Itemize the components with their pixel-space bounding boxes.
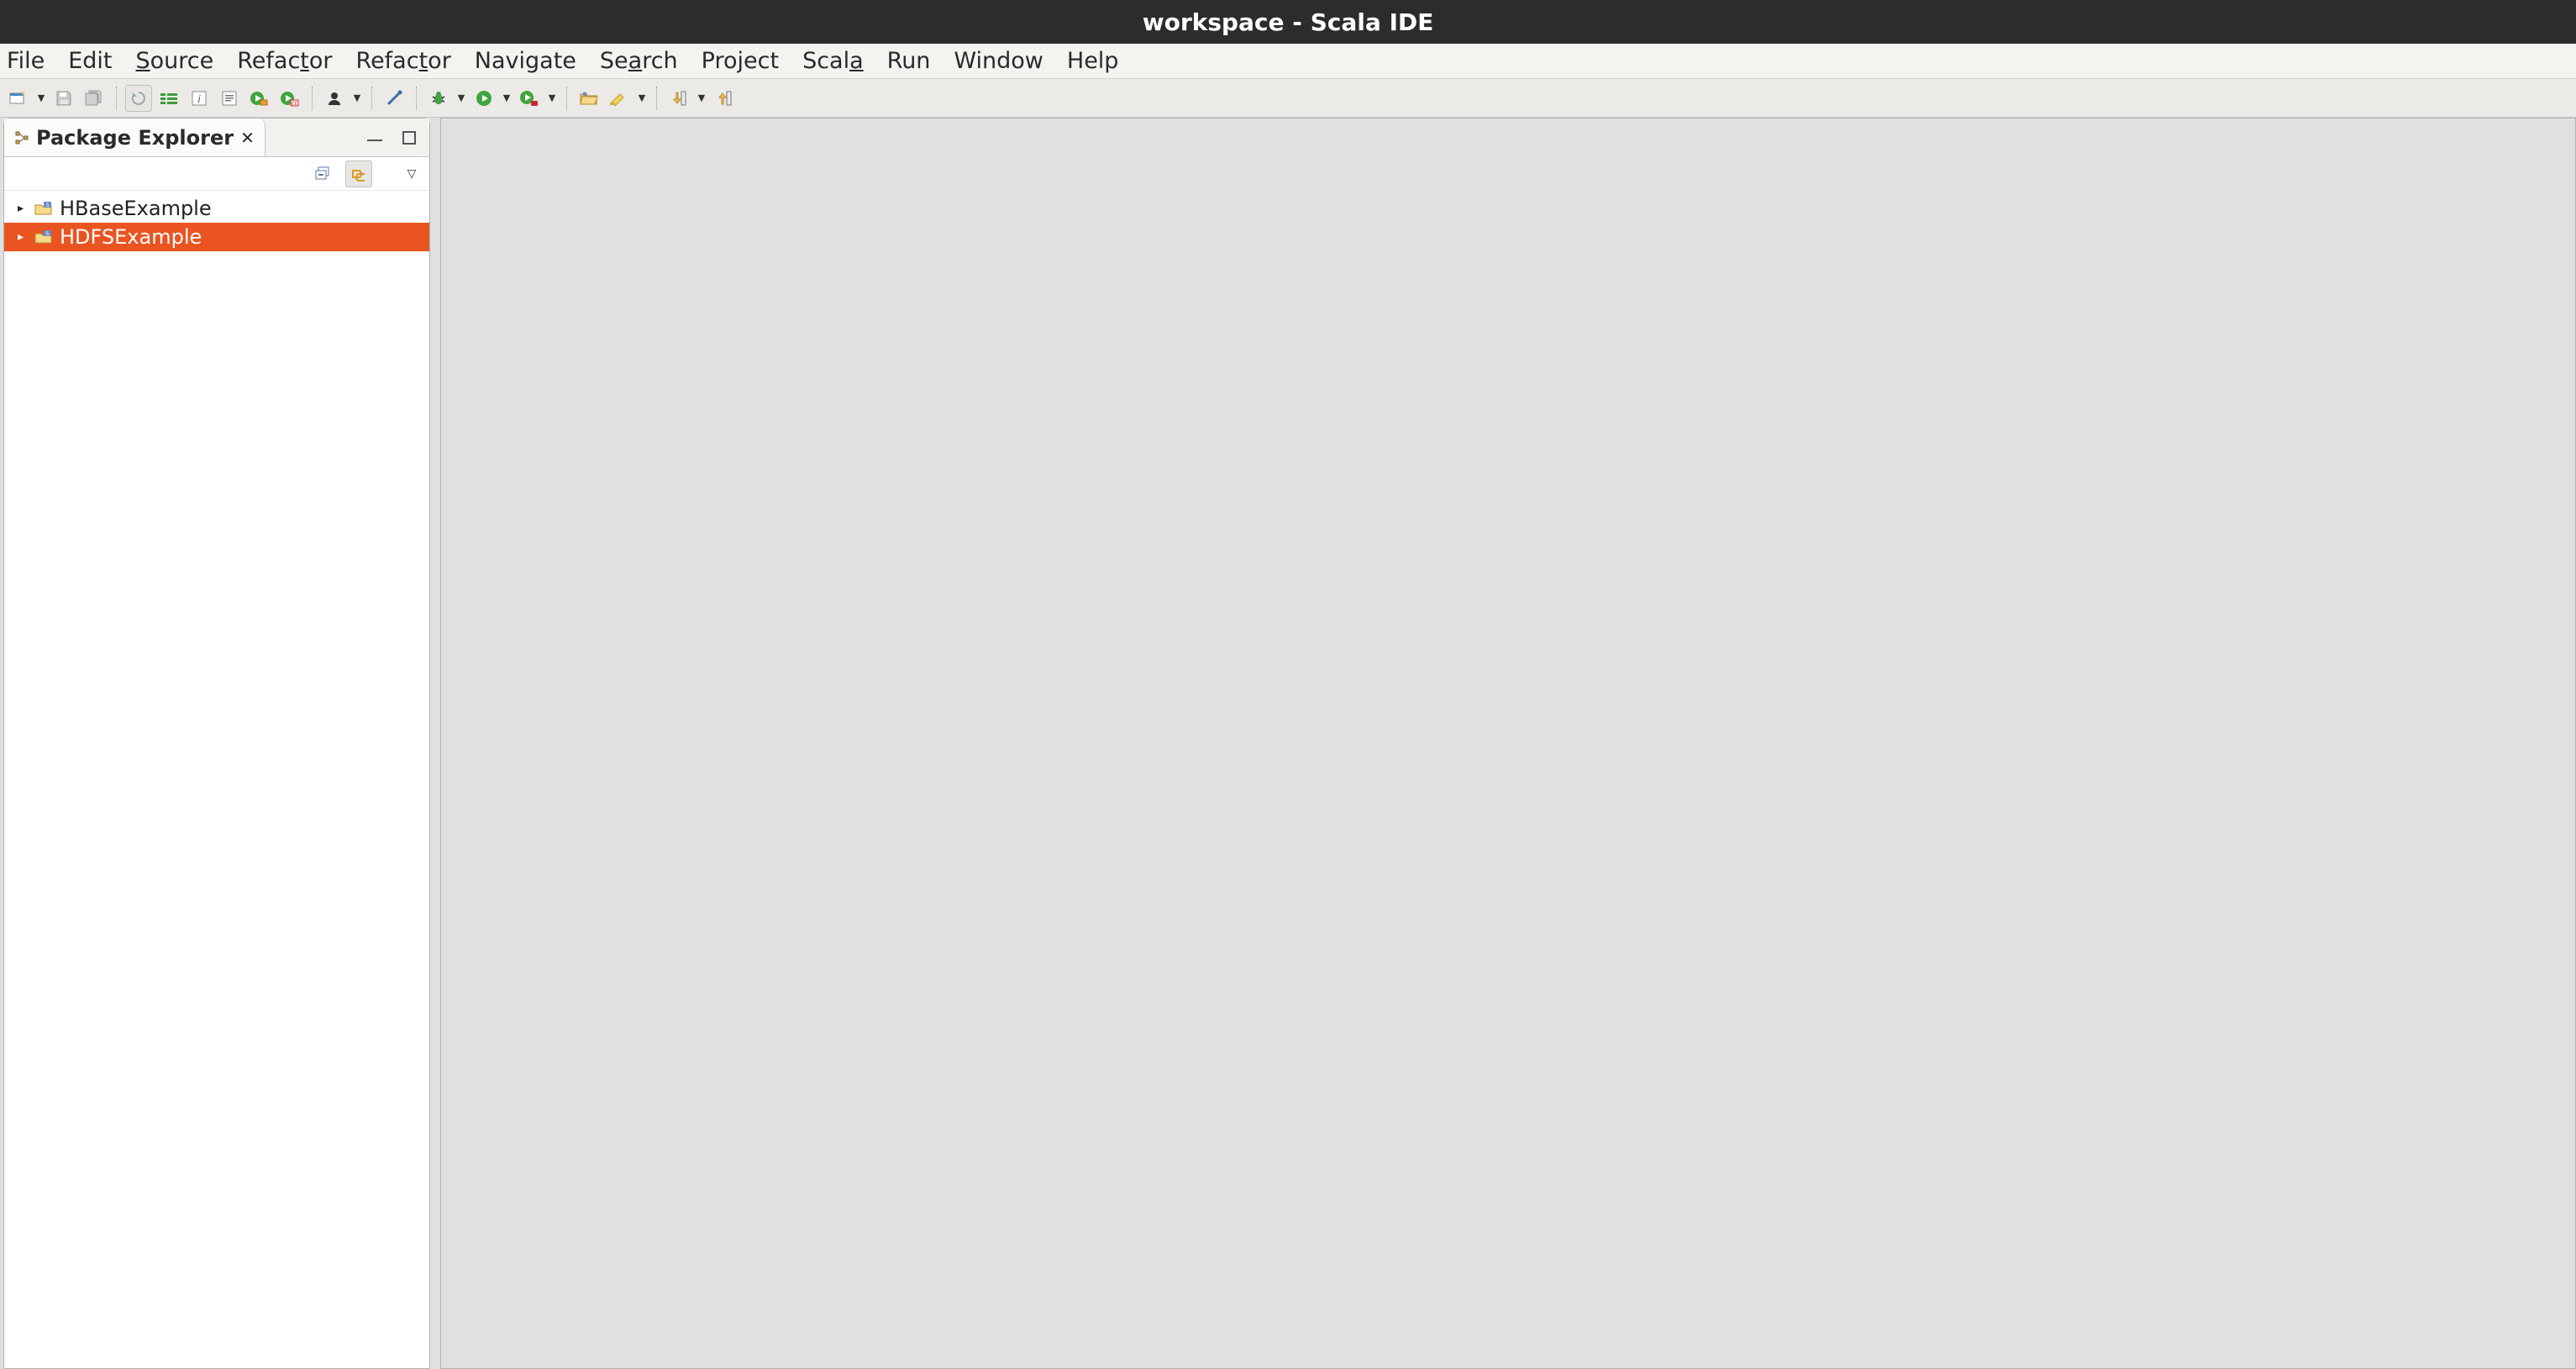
svg-text:S: S — [46, 231, 50, 237]
user-icon — [326, 90, 343, 107]
run-external-button[interactable] — [516, 85, 543, 112]
prev-annotation-button[interactable] — [711, 85, 738, 112]
run-last-button[interactable] — [246, 85, 273, 112]
refresh-icon — [130, 90, 147, 107]
new-dropdown-icon[interactable]: ▼ — [35, 92, 47, 103]
expand-arrow-icon[interactable]: ▸ — [18, 230, 28, 244]
text-icon — [221, 90, 238, 107]
expand-arrow-icon[interactable]: ▸ — [18, 202, 28, 215]
link-editor-icon — [350, 166, 368, 182]
menubar: File Edit Source Refactor Refactor Navig… — [0, 44, 2576, 79]
highlighter-icon — [610, 91, 628, 106]
skip-breakpoints-button[interactable] — [381, 85, 407, 112]
toolbar-separator — [312, 87, 313, 110]
toolbar-separator — [116, 87, 117, 110]
menu-search[interactable]: Search — [600, 48, 678, 74]
text-button[interactable] — [216, 85, 243, 112]
minimize-view-icon[interactable] — [367, 134, 382, 141]
save-all-icon — [85, 90, 103, 107]
tree-item[interactable]: ▸ S HBaseExample — [4, 194, 429, 223]
menu-window[interactable]: Window — [954, 48, 1043, 74]
run-dropdown-icon[interactable]: ▼ — [501, 92, 513, 103]
debug-button[interactable] — [425, 85, 452, 112]
info-button[interactable]: i — [186, 85, 213, 112]
run-button[interactable] — [471, 85, 497, 112]
refresh-button[interactable] — [125, 85, 152, 112]
tree-item[interactable]: ▸ S HDFSExample — [4, 223, 429, 251]
menu-scala[interactable]: Scala — [802, 48, 864, 74]
run-icon — [476, 90, 492, 107]
svg-text:S: S — [46, 203, 50, 208]
view-tab-bar: Package Explorer ✕ — [4, 118, 429, 157]
open-type-button[interactable] — [576, 85, 602, 112]
workbench: Package Explorer ✕ — [0, 118, 2576, 1369]
toolbar-separator — [656, 87, 657, 110]
package-explorer-icon — [14, 130, 29, 145]
svg-text:EE: EE — [292, 101, 298, 107]
menu-edit[interactable]: Edit — [68, 48, 112, 74]
project-tree[interactable]: ▸ S HBaseExample ▸ S HDFSExample — [4, 191, 429, 251]
new-wizard-icon — [9, 90, 28, 107]
maximize-view-icon[interactable] — [402, 131, 416, 145]
next-annotation-button[interactable] — [665, 85, 692, 112]
menu-help[interactable]: Help — [1067, 48, 1119, 74]
link-editor-button[interactable] — [345, 161, 372, 187]
save-icon — [55, 90, 72, 107]
debug-last-button[interactable]: EE — [276, 85, 303, 112]
menu-refactor[interactable]: Refactor — [237, 48, 332, 74]
folder-open-icon — [580, 91, 598, 106]
menu-navigate[interactable]: Navigate — [475, 48, 576, 74]
perspective-dropdown-icon[interactable]: ▼ — [351, 92, 363, 103]
wand-icon — [386, 90, 402, 107]
package-explorer-tab[interactable]: Package Explorer ✕ — [4, 118, 265, 156]
menu-file[interactable]: File — [7, 48, 45, 74]
debug-dropdown-icon[interactable]: ▼ — [455, 92, 467, 103]
save-all-button[interactable] — [81, 85, 108, 112]
explorer-subtoolbar: ▽ — [4, 157, 429, 191]
project-name: HDFSExample — [60, 225, 202, 249]
save-button[interactable] — [50, 85, 77, 112]
menu-run[interactable]: Run — [887, 48, 931, 74]
toolbar-separator — [416, 87, 417, 110]
editor-area — [440, 118, 2576, 1369]
info-icon: i — [191, 90, 208, 107]
up-arrow-gutter-icon — [716, 90, 733, 107]
toolbar-separator — [371, 87, 372, 110]
run-tool-icon — [520, 90, 539, 107]
project-name: HBaseExample — [60, 197, 212, 220]
bug-icon — [430, 90, 447, 107]
window-titlebar: workspace - Scala IDE — [0, 0, 2576, 44]
window-title: workspace - Scala IDE — [1143, 8, 1434, 36]
collapse-all-button[interactable] — [310, 161, 337, 187]
package-explorer-title: Package Explorer — [36, 126, 234, 150]
down-arrow-gutter-icon — [670, 90, 687, 107]
perspective-button[interactable] — [321, 85, 348, 112]
new-button[interactable] — [5, 85, 32, 112]
build-all-button[interactable] — [155, 85, 182, 112]
search-dropdown-icon[interactable]: ▼ — [636, 92, 648, 103]
run-package-icon — [250, 90, 269, 107]
menu-source[interactable]: Source — [135, 48, 213, 74]
search-toolbar-button[interactable] — [606, 85, 633, 112]
run-ext-dropdown-icon[interactable]: ▼ — [546, 92, 558, 103]
scala-project-icon: S — [34, 229, 53, 245]
run-ee-icon: EE — [281, 90, 299, 107]
scala-project-icon: S — [34, 201, 53, 216]
toolbar-separator — [566, 87, 567, 110]
menu-refactor2[interactable]: Refactor — [356, 48, 451, 74]
menu-project[interactable]: Project — [702, 48, 779, 74]
collapse-all-icon — [315, 166, 332, 182]
view-menu-icon[interactable]: ▽ — [406, 167, 418, 181]
package-explorer-view: Package Explorer ✕ — [3, 118, 430, 1369]
close-view-icon[interactable]: ✕ — [240, 128, 255, 148]
next-ann-dropdown-icon[interactable]: ▼ — [696, 92, 707, 103]
main-toolbar: ▼ i — [0, 79, 2576, 118]
build-icon — [160, 92, 177, 104]
